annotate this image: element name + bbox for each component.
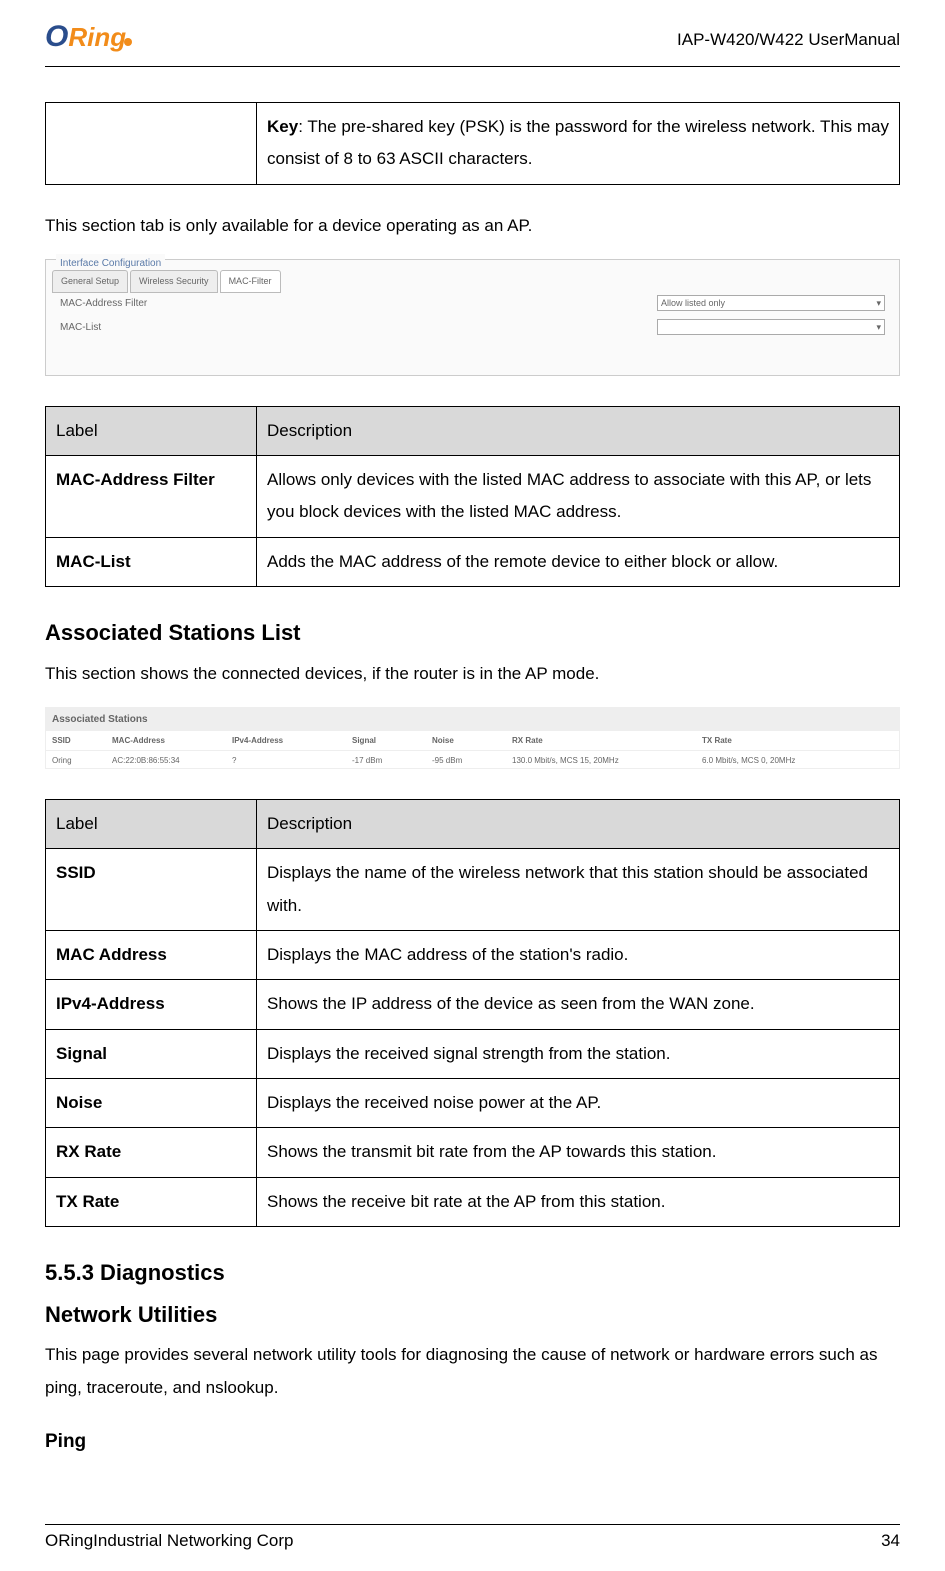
tab-general-setup[interactable]: General Setup <box>52 270 128 293</box>
assoc-v-signal: -17 dBm <box>352 753 432 768</box>
assoc-h-tx: TX Rate <box>702 733 892 748</box>
assoc-r1c1: MAC Address <box>46 931 257 980</box>
tab-mac-filter[interactable]: MAC-Filter <box>220 270 281 293</box>
assoc-r1c2: Displays the MAC address of the station'… <box>257 931 900 980</box>
ap-note: This section tab is only available for a… <box>45 210 900 242</box>
assoc-v-ipv4: ? <box>232 753 352 768</box>
key-table-empty-label <box>46 103 257 185</box>
assoc-r0c2: Displays the name of the wireless networ… <box>257 849 900 931</box>
mac-filter-select[interactable]: Allow listed only ▾ <box>657 295 885 311</box>
assoc-v-ssid: Oring <box>52 753 112 768</box>
mac-table-r2c1: MAC-List <box>46 537 257 586</box>
assoc-r3c1: Signal <box>46 1029 257 1078</box>
shot-label-mac-list: MAC-List <box>60 318 101 337</box>
shot-row-mac-filter: MAC-Address Filter Allow listed only ▾ <box>52 294 893 313</box>
assoc-table-h1: Label <box>46 800 257 849</box>
assoc-r2c2: Shows the IP address of the device as se… <box>257 980 900 1029</box>
assoc-screenshot: Associated Stations SSID MAC-Address IPv… <box>45 707 900 769</box>
assoc-r5c1: RX Rate <box>46 1128 257 1177</box>
assoc-h-signal: Signal <box>352 733 432 748</box>
assoc-v-noise: -95 dBm <box>432 753 512 768</box>
shot-tabs: General Setup Wireless Security MAC-Filt… <box>52 270 281 293</box>
logo-letter-o: O <box>45 20 68 54</box>
assoc-r3c2: Displays the received signal strength fr… <box>257 1029 900 1078</box>
assoc-h-ssid: SSID <box>52 733 112 748</box>
mac-list-select[interactable]: ▾ <box>657 319 885 335</box>
assoc-v-mac: AC:22:0B:86:55:34 <box>112 753 232 768</box>
mac-table-r1c1: MAC-Address Filter <box>46 456 257 538</box>
netutil-body: This page provides several network utili… <box>45 1339 900 1404</box>
assoc-table: Label Description SSIDDisplays the name … <box>45 799 900 1227</box>
assoc-r4c2: Displays the received noise power at the… <box>257 1078 900 1127</box>
assoc-intro: This section shows the connected devices… <box>45 658 900 690</box>
assoc-shot-headers: SSID MAC-Address IPv4-Address Signal Noi… <box>46 731 899 751</box>
assoc-r0c1: SSID <box>46 849 257 931</box>
chevron-down-icon: ▾ <box>876 319 881 336</box>
footer-page-number: 34 <box>881 1531 900 1551</box>
ping-heading: Ping <box>45 1424 900 1460</box>
shot-row-mac-list: MAC-List ▾ <box>52 318 893 337</box>
footer-company: ORingIndustrial Networking Corp <box>45 1531 294 1551</box>
logo-dot-icon <box>124 38 132 46</box>
logo: ORing <box>45 20 132 60</box>
key-table: Key: The pre-shared key (PSK) is the pas… <box>45 102 900 185</box>
assoc-shot-title: Associated Stations <box>46 708 899 731</box>
associated-stations-heading: Associated Stations List <box>45 612 900 654</box>
mac-table-r1c2: Allows only devices with the listed MAC … <box>257 456 900 538</box>
mac-filter-screenshot: Interface Configuration General Setup Wi… <box>45 259 900 376</box>
key-table-desc: Key: The pre-shared key (PSK) is the pas… <box>257 103 900 185</box>
document-title: IAP-W420/W422 UserManual <box>677 30 900 50</box>
chevron-down-icon: ▾ <box>876 295 881 312</box>
assoc-h-mac: MAC-Address <box>112 733 232 748</box>
assoc-shot-row: Oring AC:22:0B:86:55:34 ? -17 dBm -95 dB… <box>46 751 899 770</box>
assoc-r2c1: IPv4-Address <box>46 980 257 1029</box>
assoc-h-ipv4: IPv4-Address <box>232 733 352 748</box>
assoc-v-tx: 6.0 Mbit/s, MCS 0, 20MHz <box>702 753 892 768</box>
shot-label-mac-filter: MAC-Address Filter <box>60 294 147 313</box>
diagnostics-heading: 5.5.3 Diagnostics <box>45 1252 900 1294</box>
assoc-v-rx: 130.0 Mbit/s, MCS 15, 20MHz <box>512 753 702 768</box>
mac-table-h1: Label <box>46 406 257 455</box>
assoc-r6c1: TX Rate <box>46 1177 257 1226</box>
network-utilities-heading: Network Utilities <box>45 1294 900 1336</box>
assoc-h-noise: Noise <box>432 733 512 748</box>
tab-wireless-security[interactable]: Wireless Security <box>130 270 218 293</box>
mac-table-h2: Description <box>257 406 900 455</box>
assoc-r5c2: Shows the transmit bit rate from the AP … <box>257 1128 900 1177</box>
assoc-r4c1: Noise <box>46 1078 257 1127</box>
mac-filter-table: Label Description MAC-Address Filter All… <box>45 406 900 587</box>
key-desc-text: : The pre-shared key (PSK) is the passwo… <box>267 117 889 168</box>
page-footer: ORingIndustrial Networking Corp 34 <box>45 1524 900 1551</box>
logo-ring: Ring <box>68 22 126 53</box>
assoc-h-rx: RX Rate <box>512 733 702 748</box>
assoc-table-h2: Description <box>257 800 900 849</box>
page-header: ORing IAP-W420/W422 UserManual <box>45 20 900 67</box>
key-label: Key <box>267 117 298 136</box>
mac-filter-select-value: Allow listed only <box>661 295 725 312</box>
mac-table-r2c2: Adds the MAC address of the remote devic… <box>257 537 900 586</box>
assoc-r6c2: Shows the receive bit rate at the AP fro… <box>257 1177 900 1226</box>
